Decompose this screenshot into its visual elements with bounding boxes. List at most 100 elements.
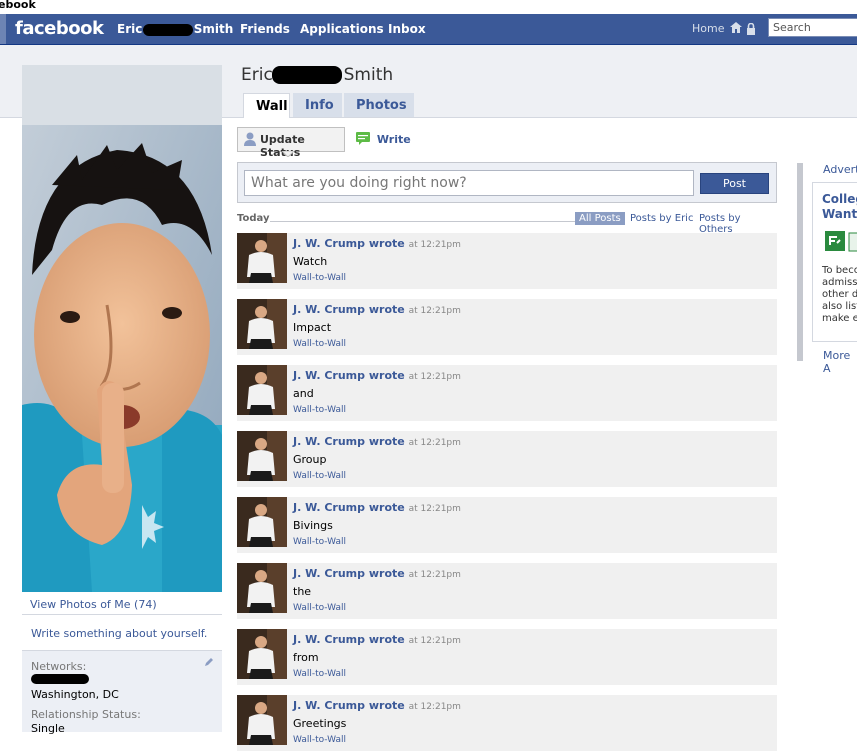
story-time: at 12:21pm [408,306,461,316]
author-name[interactable]: J. W. Crump [293,699,365,712]
story-verb: wrote [368,369,405,382]
nav-inbox[interactable]: Inbox [388,22,426,36]
filter-all-posts[interactable]: All Posts [575,212,625,225]
nav-profile-last-name: Smith [193,22,234,36]
home-icon [729,22,742,33]
status-input[interactable]: What are you doing right now? [244,170,694,196]
nav-friends[interactable]: Friends [240,22,290,36]
author-avatar[interactable] [237,431,287,481]
author-name[interactable]: J. W. Crump [293,303,365,316]
search-input[interactable]: Search [768,18,857,37]
nav-profile-link[interactable]: Eric Smith [117,22,233,36]
story-header: J. W. Crump wrote at 12:21pm [293,303,461,316]
bar-edge [0,14,6,44]
wall-to-wall-link[interactable]: Wall-to-Wall [293,735,346,745]
author-avatar[interactable] [237,233,287,283]
author-name[interactable]: J. W. Crump [293,369,365,382]
ad-box[interactable]: Colleg Wante To becc admissi other d als… [812,182,857,342]
edit-pencil-icon[interactable] [204,657,214,667]
lock-icon[interactable] [746,23,756,35]
story-header: J. W. Crump wrote at 12:21pm [293,369,461,382]
redaction-mark [272,66,343,84]
write-about-link[interactable]: Write something about yourself. [31,627,221,640]
author-name[interactable]: J. W. Crump [293,633,365,646]
redaction-mark [142,23,193,36]
story-message: Impact [293,321,332,334]
story-header: J. W. Crump wrote at 12:21pm [293,699,461,712]
filter-posts-by-eric[interactable]: Posts by Eric [630,213,693,224]
tab-info[interactable]: Info [293,93,342,117]
story-time: at 12:21pm [408,240,461,250]
wall-to-wall-link[interactable]: Wall-to-Wall [293,537,346,547]
story-message: Watch [293,255,328,268]
window-title: ebook [0,0,857,14]
story-time: at 12:21pm [408,504,461,514]
wall-to-wall-link[interactable]: Wall-to-Wall [293,669,346,679]
ad-logo-icon [825,231,857,252]
scrollbar-track[interactable] [797,163,803,361]
profile-photo[interactable] [22,65,222,592]
tab-photos[interactable]: Photos [344,93,414,117]
tab-wall[interactable]: Wall [243,93,290,118]
networks-label: Networks: [31,660,87,673]
story-time: at 12:21pm [408,702,461,712]
profile-last-name: Smith [343,65,394,85]
story-header: J. W. Crump wrote at 12:21pm [293,501,461,514]
wall-story: J. W. Crump wrote at 12:21pm from Wall-to-… [237,629,777,685]
write-button[interactable]: Write [356,132,411,146]
story-time: at 12:21pm [408,438,461,448]
story-header: J. W. Crump wrote at 12:21pm [293,237,461,250]
story-message: from [293,651,319,664]
wall-story: J. W. Crump wrote at 12:21pm Group Wall-to… [237,431,777,487]
status-composer: What are you doing right now? Post [237,162,777,203]
pointer-caret [282,151,294,157]
story-verb: wrote [368,633,405,646]
today-label: Today [237,213,270,224]
relationship-label: Relationship Status: [31,708,141,721]
ad-body: To becc admissi other d also list make e [822,265,857,324]
view-photos-link[interactable]: View Photos of Me (74) [30,598,157,611]
story-message: Greetings [293,717,347,730]
story-time: at 12:21pm [408,570,461,580]
ad-headline[interactable]: Colleg Wante [822,192,857,222]
author-avatar[interactable] [237,695,287,745]
author-name[interactable]: J. W. Crump [293,237,365,250]
story-message: Bivings [293,519,333,532]
author-avatar[interactable] [237,497,287,547]
wall-to-wall-link[interactable]: Wall-to-Wall [293,471,346,481]
author-name[interactable]: J. W. Crump [293,435,365,448]
person-icon [244,132,256,146]
post-button[interactable]: Post [700,173,769,194]
wall-story: J. W. Crump wrote at 12:21pm and Wall-to-W… [237,365,777,421]
author-avatar[interactable] [237,629,287,679]
wall-to-wall-link[interactable]: Wall-to-Wall [293,339,346,349]
story-verb: wrote [368,501,405,514]
profile-name: Eric Smith [241,65,393,85]
nav-profile-first-name: Eric [117,22,143,36]
more-ads-link[interactable]: More A [823,349,857,375]
wall-to-wall-link[interactable]: Wall-to-Wall [293,603,346,613]
author-avatar[interactable] [237,299,287,349]
author-avatar[interactable] [237,563,287,613]
author-name[interactable]: J. W. Crump [293,501,365,514]
ads-title[interactable]: Advert [823,163,857,176]
story-time: at 12:21pm [408,372,461,382]
author-name[interactable]: J. W. Crump [293,567,365,580]
nav-home-label: Home [692,22,725,35]
story-verb: wrote [368,237,405,250]
wall-story: J. W. Crump wrote at 12:21pm Bivings Wall-… [237,497,777,553]
write-label: Write [376,133,411,146]
story-verb: wrote [368,435,405,448]
story-verb: wrote [368,567,405,580]
nav-home[interactable]: Home [692,22,742,35]
story-time: at 12:21pm [408,636,461,646]
update-status-button[interactable]: Update Status [237,127,345,159]
wall-story: J. W. Crump wrote at 12:21pm the Wall-to-W… [237,563,777,619]
facebook-logo[interactable]: facebook [15,18,104,39]
nav-applications[interactable]: Applications [300,22,384,36]
profile-first-name: Eric [241,65,273,85]
filter-posts-by-others[interactable]: Posts by Others [699,213,777,235]
wall-to-wall-link[interactable]: Wall-to-Wall [293,405,346,415]
author-avatar[interactable] [237,365,287,415]
wall-to-wall-link[interactable]: Wall-to-Wall [293,273,346,283]
